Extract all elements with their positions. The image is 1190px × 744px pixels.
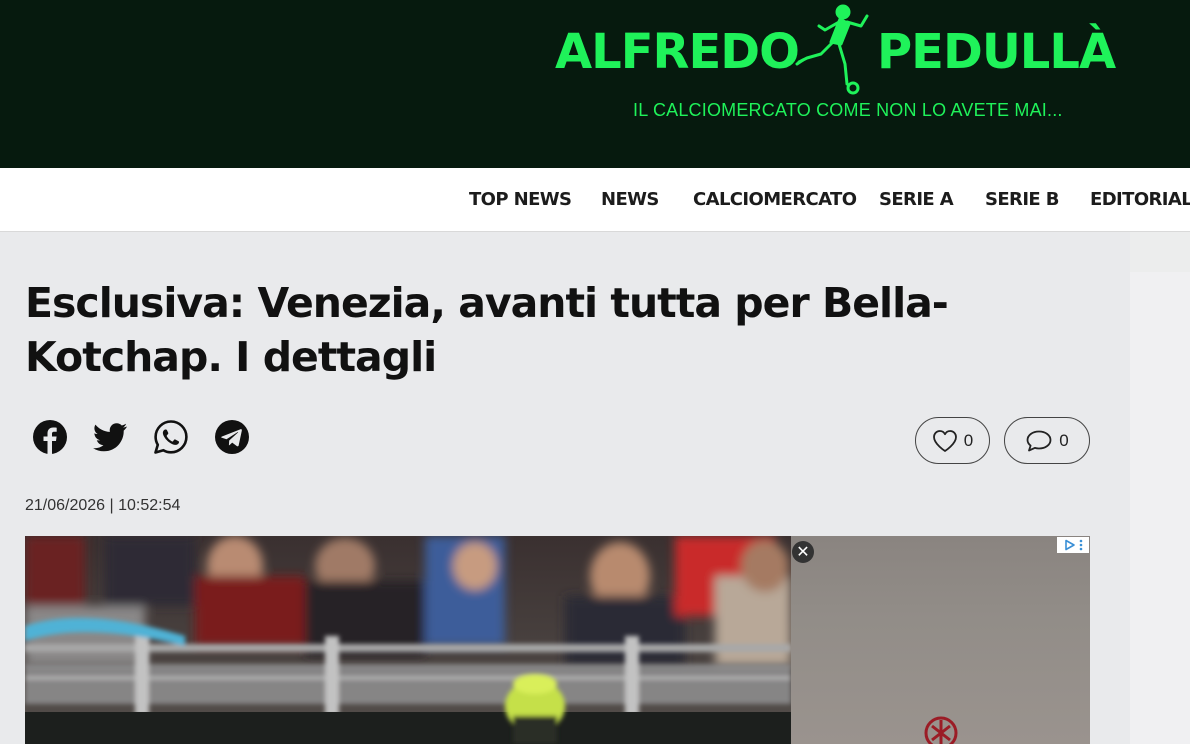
comments-button[interactable]: 0 [1004,417,1090,464]
site-logo[interactable]: ALFREDO PEDULLÀ IL CALCIOMERCATO COME NO… [555,0,1116,168]
right-gutter [1130,232,1190,744]
telegram-icon[interactable] [214,419,250,455]
ad-choices-icon[interactable] [1057,537,1089,553]
footballer-logo-icon [795,4,869,95]
nav-item-calciomercato[interactable]: CALCIOMERCATO [693,189,857,210]
main-nav: TOP NEWS NEWS CALCIOMERCATO SERIE A SERI… [0,168,1190,232]
nav-item-editoriale[interactable]: EDITORIALE [1090,189,1190,210]
like-button[interactable]: 0 [915,417,990,464]
site-header: ALFREDO PEDULLÀ IL CALCIOMERCATO COME NO… [0,0,1190,168]
nav-item-serie-b[interactable]: SERIE B [985,189,1060,210]
close-icon[interactable]: ✕ [792,541,814,563]
nav-item-news[interactable]: NEWS [601,189,659,210]
article-photo [25,536,791,744]
logo-name-right: PEDULLÀ [877,24,1116,80]
heart-icon [932,429,957,452]
ad-banner[interactable]: ✕ [791,536,1090,744]
whatsapp-icon[interactable] [153,419,189,455]
article-title: Esclusiva: Venezia, avanti tutta per Bel… [25,279,949,381]
nav-item-serie-a[interactable]: SERIE A [879,189,954,210]
twitter-icon[interactable] [92,419,128,455]
nav-item-top-news[interactable]: TOP NEWS [469,189,572,210]
logo-name-left: ALFREDO [555,24,800,80]
like-count: 0 [963,430,974,450]
comment-icon [1026,430,1052,451]
article-date: 21/06/2026 | 10:52:54 [25,497,181,514]
site-tagline: IL CALCIOMERCATO COME NON LO AVETE MAI..… [633,100,1063,120]
advertiser-logo-icon [924,716,958,744]
right-gutter-top [1130,232,1190,272]
comment-count: 0 [1059,430,1069,450]
facebook-icon[interactable] [32,419,68,455]
